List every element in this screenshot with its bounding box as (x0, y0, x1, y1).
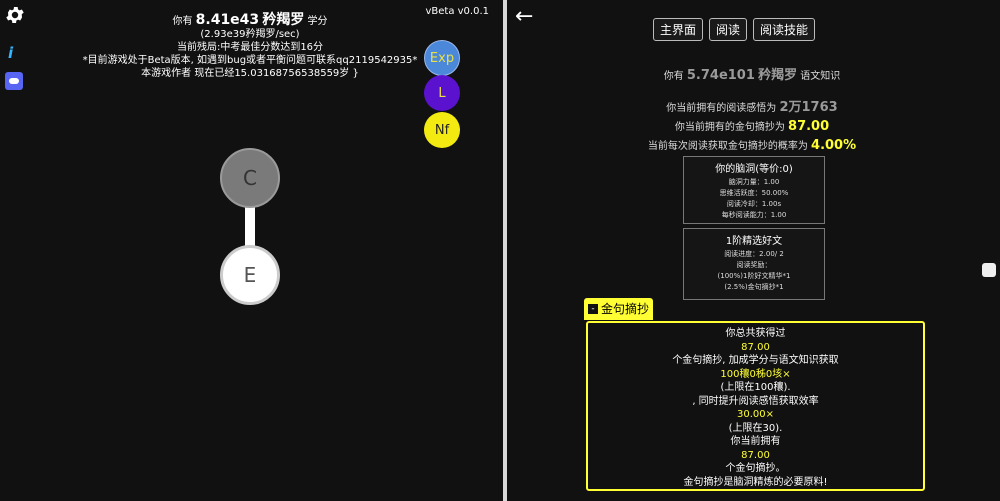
reading-line: 你当前拥有的阅读感悟为 2万1763 (627, 96, 877, 115)
tab-reading[interactable]: 阅读 (709, 18, 748, 41)
tab-reading-skills[interactable]: 阅读技能 (753, 18, 816, 41)
github-icon[interactable] (982, 263, 996, 277)
golden-tab[interactable]: - 金句摘抄 (584, 298, 654, 320)
essay-line: 阅读奖励： (736, 261, 772, 269)
tab-main[interactable]: 主界面 (653, 18, 704, 41)
l-layer-button[interactable]: L (424, 75, 460, 111)
golden-line: 你当前拥有的金句摘抄为 87.00 (627, 118, 877, 134)
points-rate: (2.93e39矜羯罗/sec) (200, 29, 300, 40)
exp-layer-button[interactable]: Exp (424, 40, 460, 76)
brain-panel-title: 你的脑洞(等价:0) (715, 164, 793, 175)
essay-line: 阅读进度：2.00/ 2 (724, 250, 784, 258)
points-prefix: 你有 (172, 16, 193, 27)
reading-pane: ← 主界面 阅读 阅读技能 你有 5.74e101 矜羯罗 语文知识 你当前拥有… (507, 0, 1000, 501)
chance-label: 当前每次阅读获取金句摘抄的概率为 (647, 141, 808, 152)
brain-panel[interactable]: 你的脑洞(等价:0) 脑洞力量：1.00 思维活跃度：50.00% 阅读冷却：1… (683, 156, 825, 224)
golden-tab-label: 金句摘抄 (601, 302, 650, 316)
author-age: 本游戏作者 现在已经15.03168756538559岁 } (141, 68, 359, 79)
knowledge-unit: 矜羯罗 (758, 68, 798, 83)
gold-line: 你总共获得过 (725, 328, 786, 339)
reading-label: 你当前拥有的阅读感悟为 (666, 103, 777, 114)
gold-line: 个金句摘抄。 (725, 463, 786, 474)
golden-value: 87.00 (788, 119, 830, 134)
discord-icon[interactable] (5, 72, 23, 90)
golden-quote-box: 你总共获得过 87.00 个金句摘抄, 加成学分与语文知识获取 100穰0秭0垓… (586, 321, 925, 491)
gold-line: , 同时提升阅读感悟获取效率 (692, 395, 819, 407)
brain-line: 脑洞力量：1.00 (728, 178, 780, 186)
tree-pane: i vBeta v0.0.1 你有 8.41e43 矜羯罗 学分 (2.93e3… (0, 0, 503, 501)
points-value: 8.41e43 (195, 12, 260, 28)
knowledge-prefix: 你有 (663, 71, 684, 82)
brain-line: 每秒阅读能力：1.00 (721, 211, 787, 219)
essay-line: (2.5%)金句摘抄*1 (724, 283, 784, 291)
gold-line: 金句摘抄是脑洞精炼的必要原料! (683, 476, 828, 488)
essay-line: (100%)1阶好文精华*1 (717, 272, 791, 280)
essay-panel-title: 1阶精选好文 (725, 236, 783, 247)
stats-block: 你有 8.41e43 矜羯罗 学分 (2.93e39矜羯罗/sec) 当前残局:… (60, 12, 440, 80)
points-unit: 矜羯罗 (262, 12, 305, 28)
knowledge-value: 5.74e101 (686, 68, 755, 83)
golden-label: 你当前拥有的金句摘抄为 (674, 122, 785, 133)
tab-bar: 主界面 阅读 阅读技能 (653, 18, 816, 41)
gold-line: 你当前拥有 (730, 436, 781, 447)
gold-line-value: 87.00 (741, 341, 770, 353)
nf-layer-button[interactable]: Nf (424, 112, 460, 148)
node-c[interactable]: C (220, 148, 280, 208)
brain-line: 思维活跃度：50.00% (719, 189, 789, 197)
node-e[interactable]: E (220, 245, 280, 305)
chance-line: 当前每次阅读获取金句摘抄的概率为 4.00% (607, 137, 897, 153)
info-icon[interactable]: i (8, 44, 13, 62)
tree-branch (245, 205, 255, 249)
gear-icon[interactable] (4, 4, 26, 26)
knowledge-suffix: 语文知识 (800, 71, 841, 82)
essay-panel[interactable]: 1阶精选好文 阅读进度：2.00/ 2 阅读奖励： (100%)1阶好文精华*1… (683, 228, 825, 300)
gold-line-value: 30.00× (736, 409, 774, 420)
collapse-icon[interactable]: - (588, 304, 598, 314)
brain-line: 阅读冷却：1.00s (726, 200, 782, 208)
points-suffix: 学分 (307, 16, 328, 27)
chance-value: 4.00% (811, 138, 857, 153)
gold-line: 个金句摘抄, 加成学分与语文知识获取 (672, 355, 839, 366)
back-arrow-icon[interactable]: ← (515, 6, 533, 28)
gold-line-value: 100穰0秭0垓× (720, 368, 791, 380)
gold-line: (上限在100穰). (720, 382, 791, 393)
reading-value: 2万1763 (779, 100, 838, 115)
gold-line: (上限在30). (728, 422, 783, 434)
gold-line-value: 87.00 (741, 449, 770, 461)
beta-notice: *目前游戏处于Beta版本, 如遇到bug或者平衡问题可联系qq21195429… (82, 55, 418, 66)
knowledge-line: 你有 5.74e101 矜羯罗 语文知识 (627, 64, 877, 83)
endgame-progress: 当前残局:中考最佳分数达到16分 (176, 42, 324, 53)
